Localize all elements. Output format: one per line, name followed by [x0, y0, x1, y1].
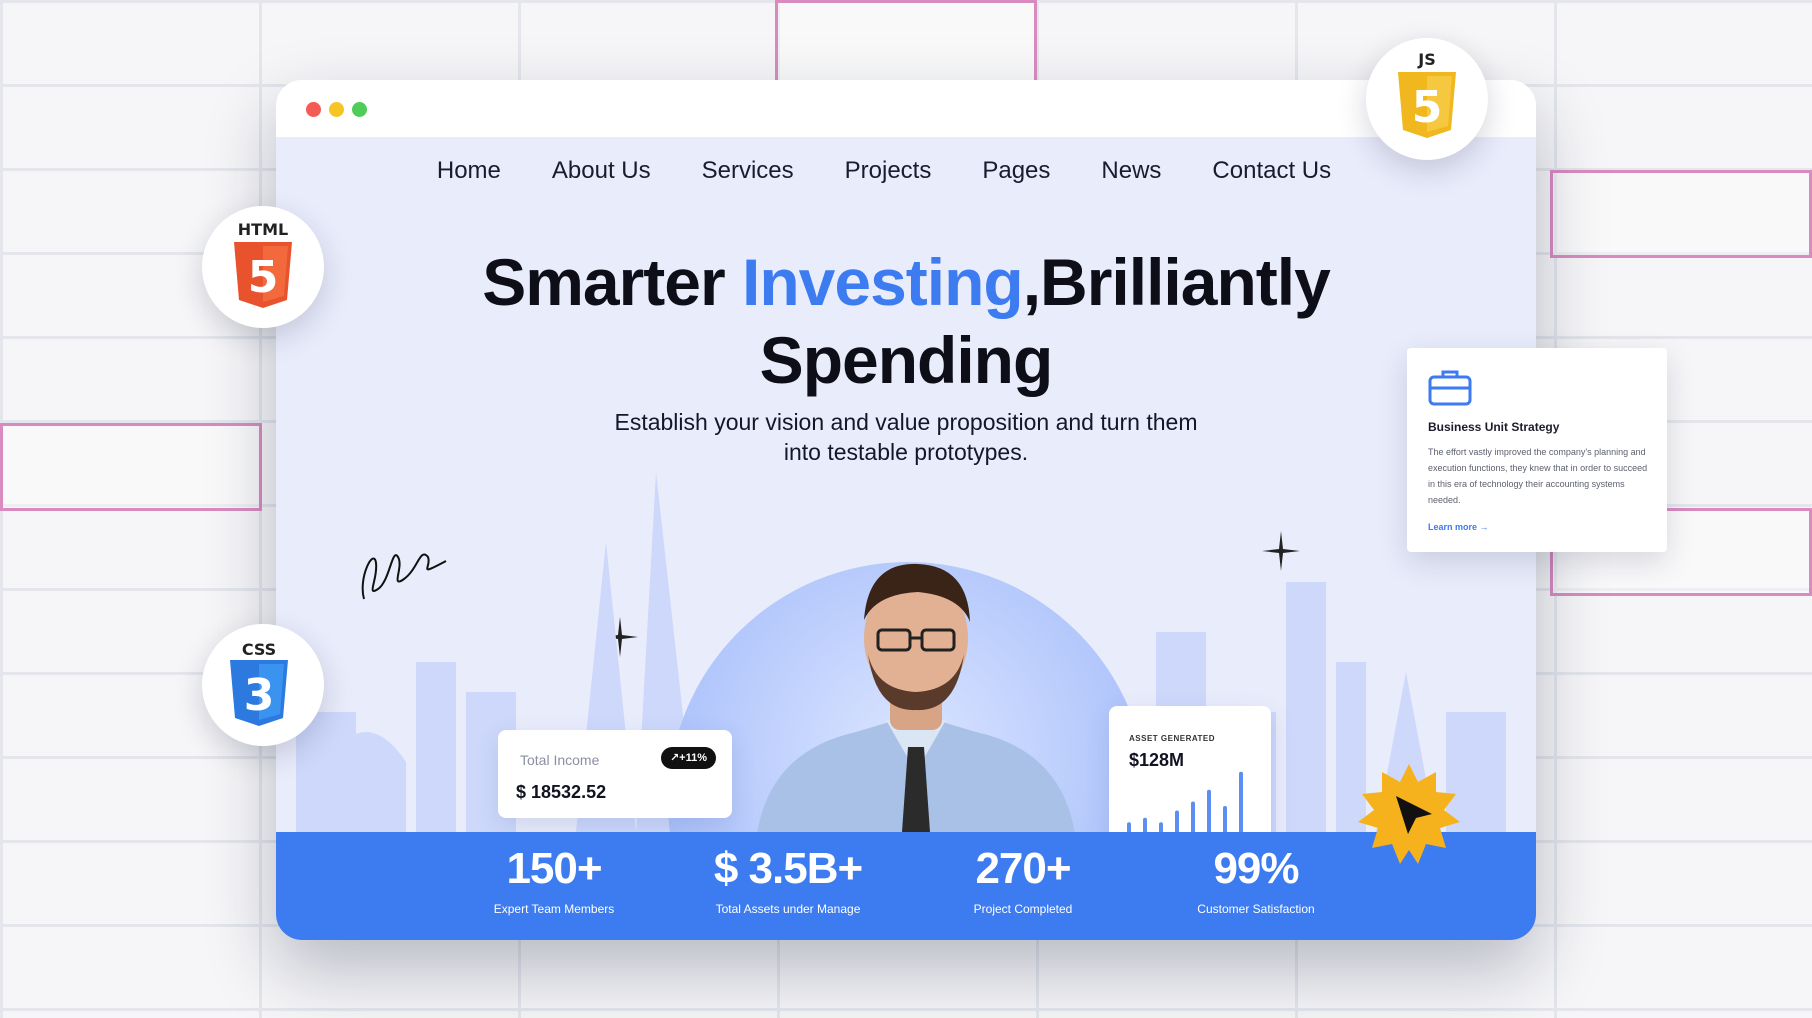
css3-badge: CSS 3 — [202, 624, 324, 746]
nav-about-us[interactable]: About Us — [552, 157, 651, 185]
decor-frame-left — [0, 423, 262, 511]
learn-more-link[interactable]: Learn more → — [1428, 522, 1489, 532]
asset-bar — [1175, 810, 1179, 832]
stats-bar: 150+ Expert Team Members $ 3.5B+ Total A… — [276, 832, 1536, 940]
stat-value: 270+ — [975, 844, 1071, 893]
income-value: $ 18532.52 — [516, 782, 607, 802]
maximize-dot[interactable] — [352, 102, 367, 117]
headline-part2: ,Brilliantly — [1022, 245, 1331, 319]
html-badge-label: HTML — [238, 220, 288, 239]
hero-person-image — [757, 563, 1075, 832]
main-nav: Home About Us Services Projects Pages Ne… — [276, 157, 1536, 185]
strategy-title: Business Unit Strategy — [1428, 420, 1560, 434]
nav-news[interactable]: News — [1101, 157, 1161, 185]
asset-bar — [1143, 817, 1147, 832]
minimize-dot[interactable] — [329, 102, 344, 117]
stat-team: 150+ Expert Team Members — [434, 832, 674, 916]
stat-projects: 270+ Project Completed — [903, 832, 1143, 916]
asset-bar — [1223, 806, 1227, 832]
asset-bar-chart — [1127, 771, 1243, 832]
asset-bar — [1159, 822, 1163, 832]
decor-frame-right — [1550, 170, 1812, 258]
business-strategy-card: Business Unit Strategy The effort vastly… — [1407, 348, 1667, 552]
asset-bar — [1207, 789, 1211, 832]
trend-up-icon: ↗ — [669, 752, 680, 764]
stat-label: Project Completed — [973, 902, 1073, 916]
decor-frame-top — [775, 0, 1037, 84]
asset-bar — [1127, 822, 1131, 832]
browser-window: Home About Us Services Projects Pages Ne… — [276, 80, 1536, 940]
headline-part1: Smarter — [482, 245, 742, 319]
window-titlebar — [276, 80, 1536, 137]
asset-bar — [1191, 801, 1195, 832]
stat-value: $ 3.5B+ — [713, 844, 863, 893]
nav-pages[interactable]: Pages — [982, 157, 1050, 185]
asset-label: ASSET GENERATED — [1129, 734, 1216, 743]
asset-bar — [1239, 771, 1243, 832]
js-badge-label: JS — [1417, 50, 1435, 69]
html5-badge: HTML 5 — [202, 206, 324, 328]
stat-value: 150+ — [506, 844, 602, 893]
close-dot[interactable] — [306, 102, 321, 117]
hero-section: Home About Us Services Projects Pages Ne… — [276, 137, 1536, 832]
nav-contact-us[interactable]: Contact Us — [1212, 157, 1331, 185]
js-badge-number: 5 — [1412, 82, 1443, 133]
stat-label: Total Assets under Manage — [715, 902, 861, 916]
stat-assets: $ 3.5B+ Total Assets under Manage — [668, 832, 908, 916]
stat-value: 99% — [1213, 844, 1299, 893]
headline-line2: Spending — [759, 323, 1054, 397]
cursor-starburst-icon — [1358, 764, 1460, 864]
hero-headline: Smarter Investing,Brilliantly Spending — [276, 243, 1536, 399]
income-change-badge: ↗+11% — [660, 747, 716, 769]
headline-highlight: Investing — [742, 245, 1024, 319]
strategy-body: The effort vastly improved the company's… — [1428, 447, 1648, 505]
stat-label: Customer Satisfaction — [1197, 902, 1315, 916]
html-badge-number: 5 — [248, 252, 279, 303]
asset-generated-card: ASSET GENERATED $128M — [1109, 706, 1271, 832]
total-income-card: Total Income ↗+11% $ 18532.52 — [498, 730, 732, 818]
css-badge-label: CSS — [242, 640, 276, 659]
stat-satisfaction: 99% Customer Satisfaction — [1136, 832, 1376, 916]
stat-label: Expert Team Members — [493, 902, 615, 916]
js-badge: JS 5 — [1366, 38, 1488, 160]
nav-home[interactable]: Home — [437, 157, 501, 185]
css-badge-number: 3 — [244, 670, 275, 721]
briefcase-icon — [1428, 370, 1472, 406]
nav-services[interactable]: Services — [702, 157, 794, 185]
income-label: Total Income — [520, 752, 600, 768]
nav-projects[interactable]: Projects — [845, 157, 932, 185]
